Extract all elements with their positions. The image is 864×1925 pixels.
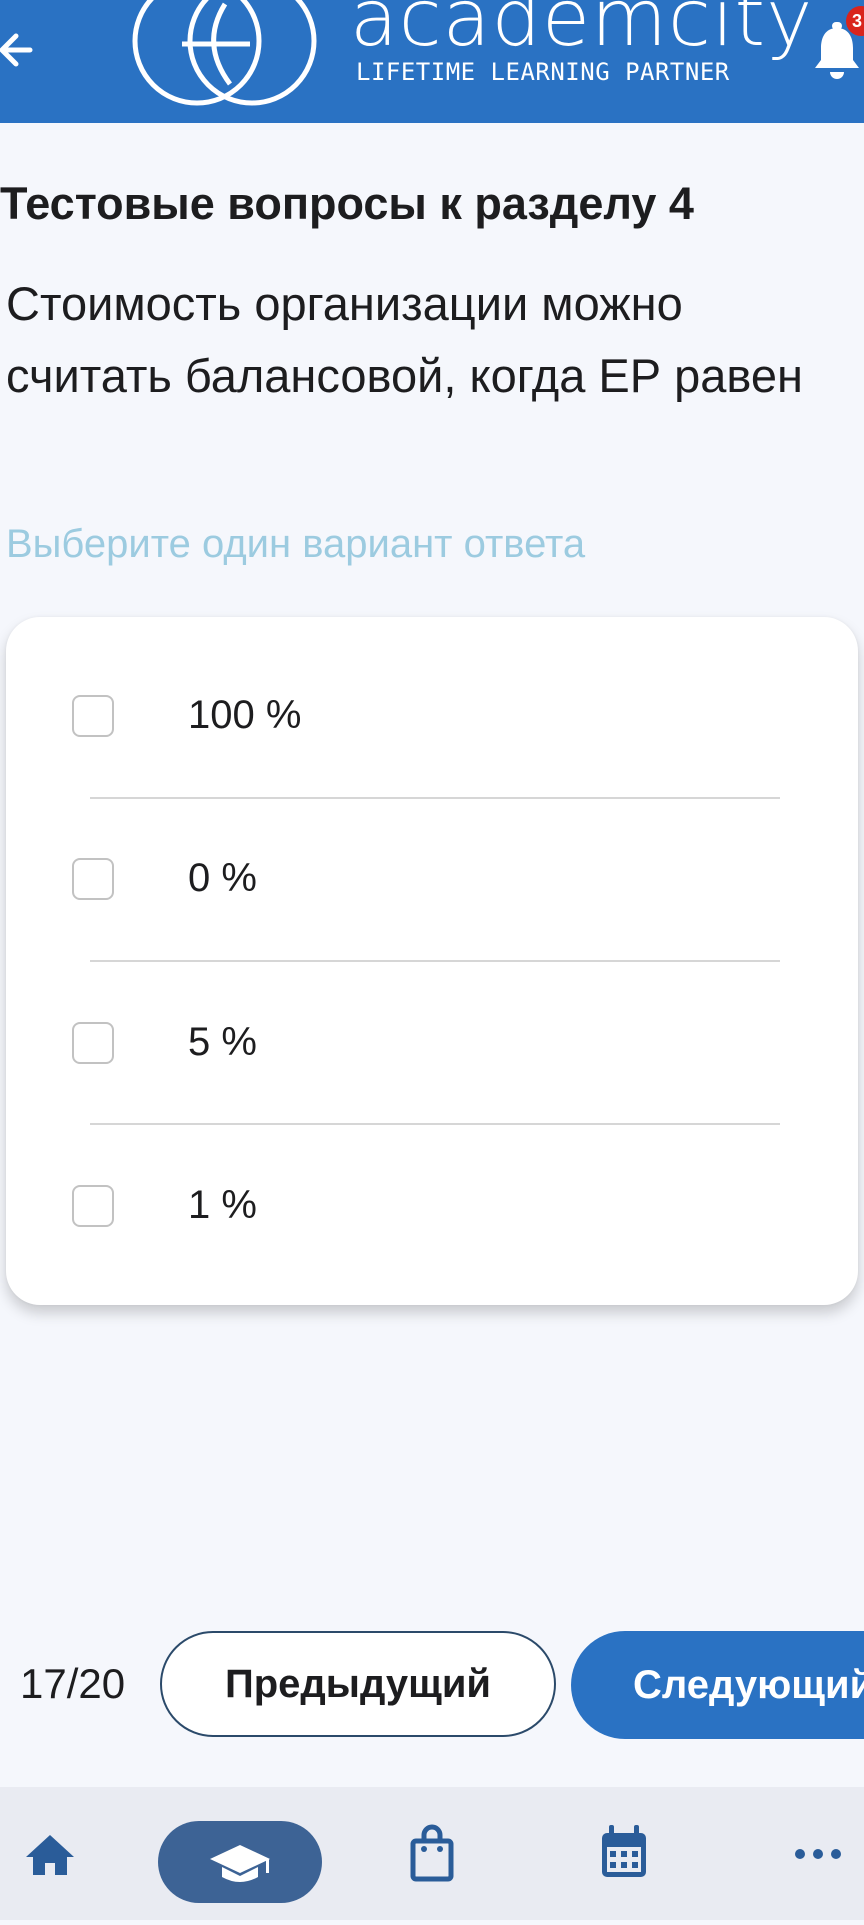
app-header: academcity LIFETIME LEARNING PARTNER 3 xyxy=(0,0,864,123)
section-title: Тестовые вопросы к разделу 4 xyxy=(0,178,694,229)
option-label: 1 % xyxy=(188,1183,257,1227)
option-checkbox[interactable] xyxy=(72,695,114,737)
option-checkbox[interactable] xyxy=(72,1022,114,1064)
answer-option-3[interactable]: 5 % xyxy=(6,984,858,1104)
nav-shop[interactable] xyxy=(400,1787,464,1920)
previous-button[interactable]: Предыдущий xyxy=(160,1631,556,1737)
option-divider xyxy=(90,960,780,962)
next-button[interactable]: Следующий xyxy=(571,1631,864,1739)
question-counter: 17/20 xyxy=(20,1660,126,1707)
answer-options-card: 100 % 0 % 5 % 1 % xyxy=(6,617,858,1305)
option-label: 0 % xyxy=(188,856,257,900)
brand-tagline: LIFETIME LEARNING PARTNER xyxy=(356,58,730,86)
shopping-bag-icon xyxy=(410,1824,454,1882)
option-checkbox[interactable] xyxy=(72,858,114,900)
option-label: 5 % xyxy=(188,1020,257,1064)
answer-hint: Выберите один вариант ответа xyxy=(6,522,586,566)
nav-more[interactable] xyxy=(790,1787,846,1920)
nav-courses[interactable] xyxy=(158,1821,322,1903)
calendar-icon xyxy=(602,1825,646,1877)
home-icon xyxy=(26,1835,74,1875)
option-divider xyxy=(90,1123,780,1125)
answer-option-4[interactable]: 1 % xyxy=(6,1147,858,1267)
answer-option-1[interactable]: 100 % xyxy=(6,657,858,777)
option-checkbox[interactable] xyxy=(72,1185,114,1227)
graduation-cap-icon xyxy=(210,1845,270,1882)
arrow-left-icon xyxy=(0,33,33,67)
back-button[interactable] xyxy=(0,22,48,78)
more-icon xyxy=(795,1849,841,1859)
answer-option-2[interactable]: 0 % xyxy=(6,820,858,940)
option-label: 100 % xyxy=(188,693,302,737)
bottom-navigation xyxy=(0,1787,864,1920)
option-divider xyxy=(90,797,780,799)
question-text: Стоимость организации можно считать бала… xyxy=(6,277,803,402)
nav-calendar[interactable] xyxy=(592,1787,656,1920)
brand-name: academcity xyxy=(350,0,814,64)
academcity-logo-icon xyxy=(132,0,317,106)
nav-home[interactable] xyxy=(16,1787,84,1920)
